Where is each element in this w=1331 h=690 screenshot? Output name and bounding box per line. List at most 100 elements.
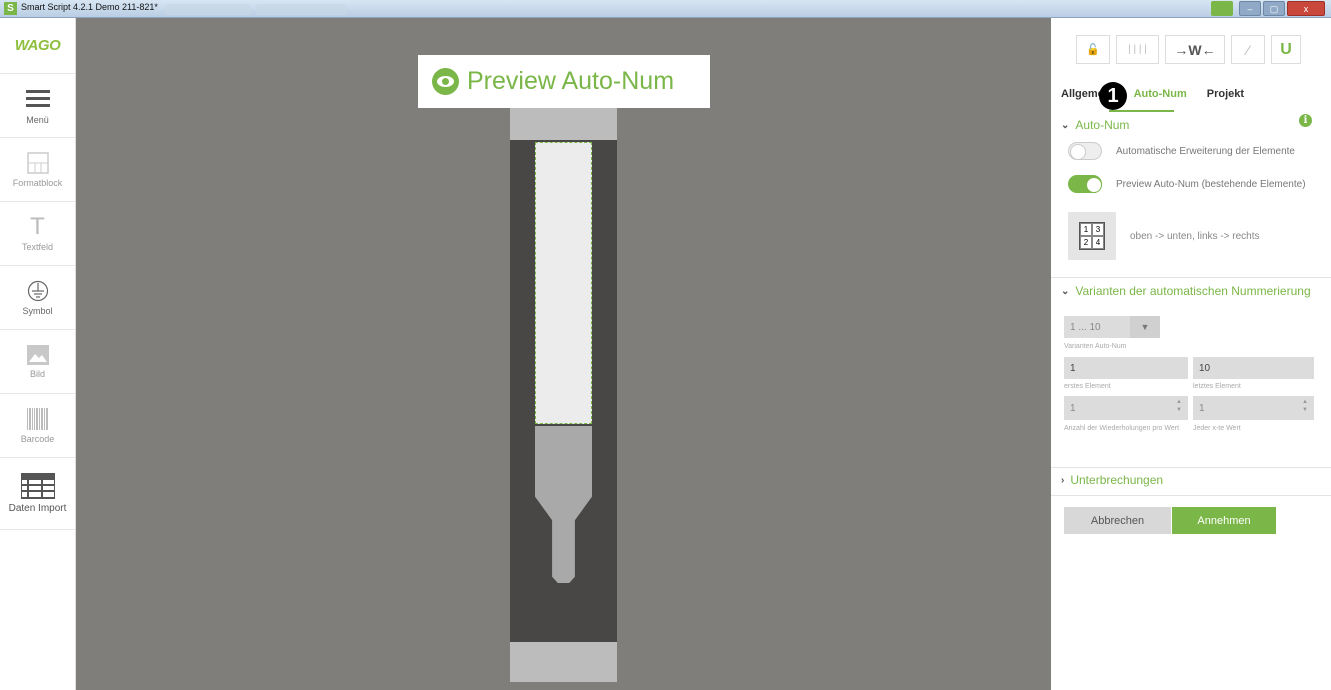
window-controls: – ▢ x: [1211, 1, 1325, 16]
marker-strip[interactable]: [535, 142, 592, 424]
sidebar-item-bild[interactable]: Bild: [0, 330, 75, 394]
tab-projekt[interactable]: Projekt: [1207, 88, 1244, 100]
input-value: 1: [1199, 402, 1205, 414]
sidebar-item-symbol[interactable]: Symbol: [0, 266, 75, 330]
toggle-label: Preview Auto-Num (bestehende Elemente): [1116, 178, 1306, 190]
app-minimize-button[interactable]: [1211, 1, 1233, 16]
columns-button[interactable]: | | | |: [1116, 35, 1159, 64]
marker-holder: [535, 426, 592, 583]
sidebar-item-label: Formatblock: [12, 177, 63, 188]
format-block-icon: [26, 151, 49, 174]
section-variants[interactable]: ⌄ Varianten der automatischen Nummerieru…: [1061, 284, 1311, 298]
variant-dropdown[interactable]: 1 ... 10 ▼: [1064, 316, 1160, 338]
text-icon: T: [30, 212, 45, 240]
sidebar-item-label: Daten Import: [8, 503, 67, 514]
input-value: 10: [1199, 362, 1211, 374]
sidebar-item-formatblock[interactable]: Formatblock: [0, 138, 75, 202]
repeat-count-stepper[interactable]: 1 ▲ ▼: [1064, 396, 1188, 420]
rail-top-cap: [510, 108, 617, 140]
panel-tabs: Allgemein Auto-Num Projekt: [1061, 88, 1264, 100]
order-cell: 2: [1080, 236, 1092, 249]
sidebar-item-daten-import[interactable]: Daten Import: [0, 458, 75, 530]
app-icon: S: [4, 2, 17, 15]
toggle-row-extend: Automatische Erweiterung der Elemente: [1068, 142, 1295, 160]
window-title: Smart Script 4.2.1 Demo 211-821*: [21, 2, 158, 12]
preview-banner: Preview Auto-Num: [418, 55, 710, 108]
accept-button[interactable]: Annehmen: [1172, 507, 1276, 534]
lock-button[interactable]: 🔓: [1076, 35, 1110, 64]
stepper-arrows-icon[interactable]: ▲ ▼: [1302, 398, 1308, 414]
fit-width-button[interactable]: →W←: [1165, 35, 1225, 64]
section-auto-num[interactable]: ⌄ Auto-Num: [1061, 118, 1129, 132]
extend-elements-toggle[interactable]: [1068, 142, 1102, 160]
maximize-button[interactable]: ▢: [1263, 1, 1285, 16]
divider: [1051, 495, 1331, 496]
chevron-down-icon: ▼: [1130, 316, 1160, 338]
sidebar-item-menu[interactable]: Menü: [0, 74, 75, 138]
chevron-right-icon: ›: [1061, 474, 1065, 486]
field-caption: Jeder x-te Wert: [1193, 425, 1241, 432]
preview-auto-num-toggle[interactable]: [1068, 175, 1102, 193]
minimize-button[interactable]: –: [1239, 1, 1261, 16]
eye-icon: [432, 68, 459, 95]
image-icon: [26, 344, 49, 365]
rail-bottom-cap: [510, 642, 617, 682]
barcode-icon: [26, 407, 48, 430]
field-caption: erstes Element: [1064, 383, 1111, 390]
section-unterbrechungen[interactable]: › Unterbrechungen: [1061, 473, 1163, 487]
wand-icon: ⁄: [1246, 41, 1250, 58]
divider: [1051, 277, 1331, 278]
wago-logo: WAGO: [0, 18, 75, 74]
columns-icon: | | | |: [1128, 44, 1147, 55]
numbering-order-button[interactable]: 1 3 2 4: [1068, 212, 1116, 260]
field-caption: Anzahl der Wiederholungen pro Wert: [1064, 425, 1180, 432]
terminal-rail[interactable]: [510, 108, 617, 682]
left-toolbar: WAGO Menü Formatblock T Textfeld Symbol: [0, 18, 76, 690]
panel-toolbar: 🔓 | | | | →W← ⁄ U: [1051, 18, 1331, 64]
sidebar-item-label: Textfeld: [21, 241, 54, 252]
nth-value-stepper[interactable]: 1 ▲ ▼: [1193, 396, 1314, 420]
toggle-row-preview: Preview Auto-Num (bestehende Elemente): [1068, 175, 1306, 193]
chevron-down-icon: ⌄: [1061, 119, 1070, 131]
section-heading: Varianten der automatischen Nummerierung: [1075, 284, 1311, 298]
table-icon: [20, 473, 55, 499]
sidebar-item-label: Barcode: [20, 433, 55, 444]
wand-button[interactable]: ⁄: [1231, 35, 1265, 64]
sidebar-item-label: Menü: [26, 115, 49, 125]
numbering-order-label: oben -> unten, links -> rechts: [1130, 231, 1260, 242]
fit-width-icon: →W←: [1174, 41, 1216, 58]
last-element-input[interactable]: 10: [1193, 357, 1314, 379]
first-element-input[interactable]: 1: [1064, 357, 1188, 379]
ground-symbol-icon: [27, 280, 48, 301]
numbering-order-icon: 1 3 2 4: [1079, 222, 1105, 250]
unlock-icon: 🔓: [1086, 44, 1100, 56]
tab-auto-num[interactable]: Auto-Num: [1134, 88, 1187, 100]
magnet-button[interactable]: U: [1271, 35, 1301, 64]
order-cell: 1: [1080, 223, 1092, 236]
field-caption: letztes Element: [1193, 383, 1241, 390]
sidebar-item-label: Symbol: [22, 305, 53, 316]
properties-panel: 🔓 | | | | →W← ⁄ U Allgemein Auto-Num Pro…: [1051, 18, 1331, 690]
info-icon[interactable]: i: [1299, 114, 1312, 127]
order-cell: 4: [1092, 236, 1104, 249]
order-cell: 3: [1092, 223, 1104, 236]
title-bar: S Smart Script 4.2.1 Demo 211-821* – ▢ x: [0, 0, 1331, 18]
sidebar-item-barcode[interactable]: Barcode: [0, 394, 75, 458]
close-button[interactable]: x: [1287, 1, 1325, 16]
background-tab[interactable]: [256, 4, 346, 15]
magnet-icon: U: [1280, 40, 1292, 58]
divider: [1051, 467, 1331, 468]
chevron-down-icon: ⌄: [1061, 285, 1070, 297]
sidebar-item-label: Bild: [29, 368, 45, 379]
dropdown-value: 1 ... 10: [1070, 321, 1101, 333]
toggle-label: Automatische Erweiterung der Elemente: [1116, 145, 1295, 157]
section-heading: Auto-Num: [1075, 118, 1130, 132]
sidebar-item-textfeld[interactable]: T Textfeld: [0, 202, 75, 266]
cancel-button[interactable]: Abbrechen: [1064, 507, 1171, 534]
input-value: 1: [1070, 362, 1076, 374]
section-heading: Unterbrechungen: [1070, 473, 1164, 487]
background-tab[interactable]: [165, 4, 250, 15]
callout-badge: 1: [1099, 82, 1127, 110]
stepper-arrows-icon[interactable]: ▲ ▼: [1176, 398, 1182, 414]
field-caption: Varianten Auto-Num: [1064, 343, 1127, 350]
